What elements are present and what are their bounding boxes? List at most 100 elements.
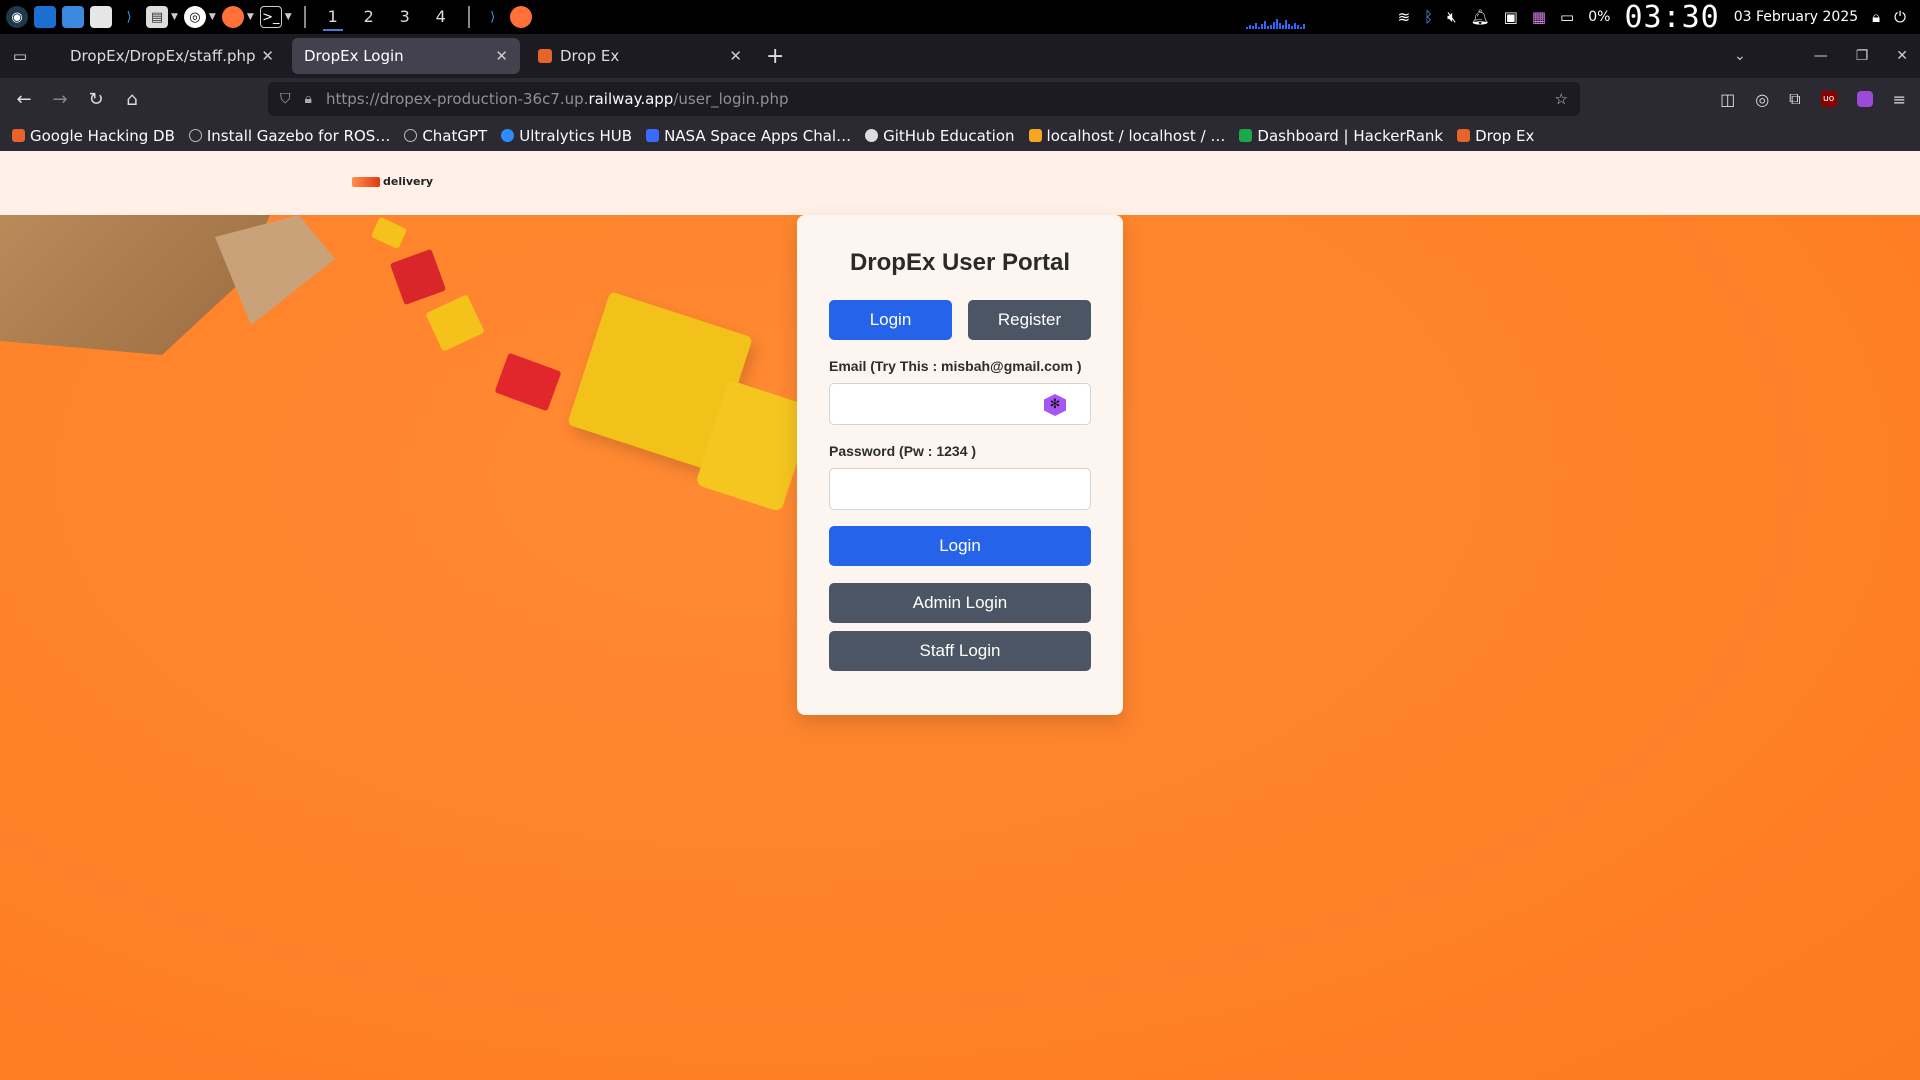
- reload-icon[interactable]: ↻: [78, 89, 114, 110]
- taskbar-divider: [467, 6, 470, 28]
- list-tabs-icon[interactable]: ⌄: [1734, 48, 1746, 64]
- vscode-window-icon[interactable]: ⟩: [482, 6, 504, 28]
- email-field[interactable]: ✻: [829, 383, 1091, 425]
- text-editor-icon[interactable]: [90, 6, 112, 28]
- workspace-2[interactable]: 2: [354, 0, 384, 34]
- login-submit-button[interactable]: Login: [829, 526, 1091, 566]
- login-tab-button[interactable]: Login: [829, 300, 952, 340]
- chevron-down-icon[interactable]: ▼: [171, 12, 178, 22]
- launcher-icon[interactable]: ◉: [6, 6, 28, 28]
- globe-icon: [188, 129, 202, 142]
- gpu-monitor-icon[interactable]: ▦: [1532, 8, 1546, 26]
- bookmark-label: Drop Ex: [1475, 126, 1535, 145]
- notification-bell-icon[interactable]: 🔔︎: [1471, 8, 1490, 26]
- menu-icon[interactable]: ≡: [1893, 90, 1906, 109]
- close-window-icon[interactable]: ✕: [1896, 48, 1908, 64]
- firefox-view-icon[interactable]: ▭: [0, 47, 40, 65]
- extension-hex-icon[interactable]: [1856, 91, 1873, 107]
- password-field[interactable]: [829, 468, 1091, 510]
- register-tab-button[interactable]: Register: [968, 300, 1091, 340]
- email-label: Email (Try This : misbah@gmail.com ): [829, 358, 1082, 374]
- firefox-window-icon[interactable]: [509, 6, 532, 28]
- system-tray: ≋ ᛒ 🔇︎ 🔔︎ ▣ ▦ ▭ 0% 03:30 03 February 202…: [1245, 0, 1920, 35]
- chevron-down-icon[interactable]: ▼: [247, 12, 254, 22]
- clock: 03:30: [1624, 0, 1720, 35]
- tracking-shield-icon[interactable]: ⛉: [280, 91, 291, 107]
- notes-icon[interactable]: ▤: [146, 6, 168, 28]
- bookmark-favicon-icon: [646, 129, 660, 142]
- close-icon[interactable]: ✕: [261, 47, 274, 65]
- bookmark-google-hacking-db[interactable]: Google Hacking DB: [12, 127, 175, 145]
- window-controls: ⌄ — ❐ ✕: [1734, 34, 1908, 78]
- new-tab-icon[interactable]: +: [766, 44, 784, 69]
- url-host: railway.app: [588, 90, 674, 108]
- dropex-favicon-icon: [1457, 129, 1471, 142]
- workspace-3[interactable]: 3: [390, 0, 420, 34]
- portal-title: DropEx User Portal: [849, 249, 1071, 276]
- workspace-1[interactable]: 1: [318, 0, 348, 34]
- battery-icon[interactable]: ▭: [1560, 8, 1574, 26]
- delivery-logo[interactable]: delivery: [352, 175, 433, 188]
- network-activity-graph: [1245, 5, 1376, 29]
- file-manager-icon[interactable]: [62, 6, 84, 28]
- bookmark-label: localhost / localhost / …: [1046, 126, 1226, 145]
- bookmark-favicon-icon: [12, 129, 25, 142]
- home-icon[interactable]: ⌂: [114, 89, 150, 110]
- restore-icon[interactable]: ❐: [1856, 48, 1869, 64]
- bookmark-hackerrank[interactable]: Dashboard | HackerRank: [1239, 127, 1443, 145]
- workspace-4[interactable]: 4: [426, 0, 456, 34]
- bookmark-favicon-icon: [501, 129, 515, 142]
- bookmark-label: GitHub Education: [883, 126, 1015, 145]
- taskbar-apps: ◉ ⟩ ▤ ▼ ◎ ▼ ▼ >_ ▼ 1 2 3 4 ⟩: [0, 0, 532, 34]
- chevron-down-icon[interactable]: ▼: [285, 12, 292, 22]
- bookmark-label: Dashboard | HackerRank: [1257, 126, 1444, 145]
- bookmark-nasa-space-apps[interactable]: NASA Space Apps Chal…: [646, 127, 851, 145]
- account-icon[interactable]: ◎: [1755, 90, 1769, 109]
- bookmark-chatgpt[interactable]: ChatGPT: [404, 127, 487, 145]
- logo-text: delivery: [383, 175, 434, 188]
- navigation-toolbar: ← → ↻ ⌂ ⛉ 🔒︎ https://dropex-production-3…: [0, 78, 1920, 120]
- wifi-icon[interactable]: ≋: [1398, 8, 1411, 26]
- tab-staff[interactable]: DropEx/DropEx/staff.php ✕: [58, 38, 286, 74]
- date: 03 February 2025: [1733, 9, 1859, 25]
- bookmark-localhost[interactable]: localhost / localhost / …: [1028, 126, 1226, 145]
- lock-icon[interactable]: 🔒︎: [305, 91, 312, 107]
- bookmark-ultralytics-hub[interactable]: Ultralytics HUB: [501, 127, 632, 145]
- password-manager-icon[interactable]: ✻: [1044, 394, 1066, 416]
- minimize-icon[interactable]: —: [1814, 48, 1828, 64]
- bookmark-install-gazebo[interactable]: Install Gazebo for ROS…: [188, 127, 390, 145]
- tab-title: Drop Ex: [560, 47, 620, 65]
- terminal-icon[interactable]: >_: [259, 6, 282, 28]
- firefox-icon[interactable]: [221, 6, 244, 28]
- web-page: delivery DropEx User Portal Login Regist…: [0, 151, 1920, 1080]
- lock-icon[interactable]: 🔒︎: [1872, 8, 1880, 26]
- close-icon[interactable]: ✕: [729, 47, 742, 65]
- url-prefix: https://dropex-production-36c7.up.: [325, 90, 589, 108]
- power-icon[interactable]: ⏻: [1894, 8, 1906, 26]
- bookmark-star-icon[interactable]: ☆: [1555, 90, 1568, 108]
- tab-drop-ex[interactable]: Drop Ex ✕: [526, 38, 754, 74]
- desktop-icon[interactable]: [34, 6, 56, 28]
- bookmark-github-education[interactable]: GitHub Education: [865, 126, 1015, 145]
- close-icon[interactable]: ✕: [495, 47, 508, 65]
- address-bar[interactable]: ⛉ 🔒︎ https://dropex-production-36c7.up. r…: [268, 82, 1580, 116]
- taskbar-divider: [303, 6, 306, 28]
- tab-dropex-login[interactable]: DropEx Login ✕: [292, 38, 520, 74]
- whatsapp-icon[interactable]: ◎: [183, 6, 206, 28]
- volume-muted-icon[interactable]: 🔇︎: [1447, 8, 1456, 26]
- pocket-icon[interactable]: ◫: [1720, 90, 1735, 109]
- bookmark-label: Ultralytics HUB: [519, 126, 633, 145]
- back-icon[interactable]: ←: [6, 89, 42, 110]
- staff-login-button[interactable]: Staff Login: [829, 631, 1091, 671]
- extensions-icon[interactable]: ⧉: [1789, 89, 1800, 109]
- toolbar-extensions: ◫ ◎ ⧉ uo ≡: [1720, 78, 1906, 120]
- ublock-origin-icon[interactable]: uo: [1820, 91, 1837, 107]
- admin-login-button[interactable]: Admin Login: [829, 583, 1091, 623]
- clipboard-icon[interactable]: ▣: [1504, 8, 1518, 26]
- forward-icon[interactable]: →: [42, 89, 78, 110]
- vscode-icon[interactable]: ⟩: [118, 6, 140, 28]
- phpmyadmin-icon: [1028, 129, 1042, 142]
- chevron-down-icon[interactable]: ▼: [209, 12, 216, 22]
- bookmark-drop-ex[interactable]: Drop Ex: [1457, 127, 1534, 145]
- bluetooth-icon[interactable]: ᛒ: [1424, 8, 1433, 26]
